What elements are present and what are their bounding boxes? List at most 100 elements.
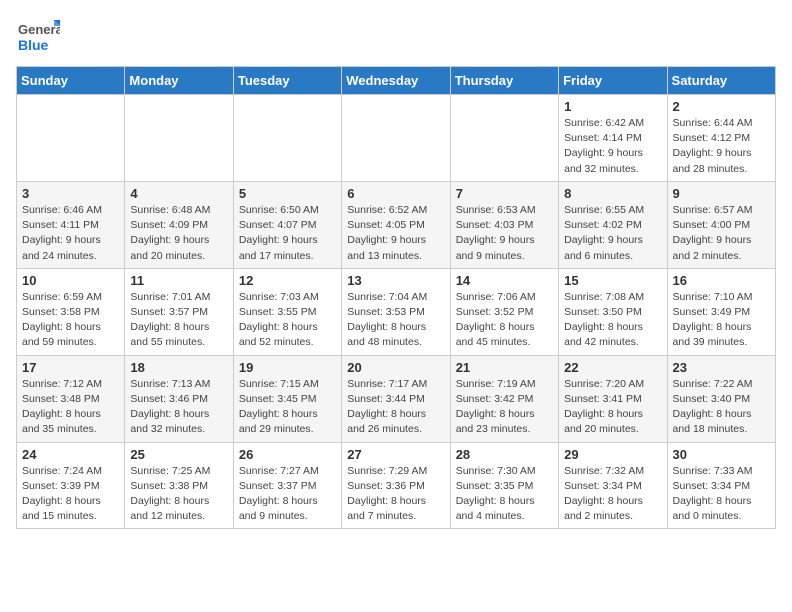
- day-info: Sunrise: 6:53 AM Sunset: 4:03 PM Dayligh…: [456, 203, 553, 264]
- logo-icon: General Blue: [16, 16, 60, 60]
- day-number: 2: [673, 99, 770, 114]
- weekday-header-sunday: Sunday: [17, 67, 125, 95]
- day-number: 12: [239, 273, 336, 288]
- day-number: 18: [130, 360, 227, 375]
- day-cell: 12 Sunrise: 7:03 AM Sunset: 3:55 PM Dayli…: [233, 268, 341, 355]
- day-number: 20: [347, 360, 444, 375]
- day-number: 28: [456, 447, 553, 462]
- day-info: Sunrise: 7:24 AM Sunset: 3:39 PM Dayligh…: [22, 464, 119, 525]
- weekday-header-saturday: Saturday: [667, 67, 775, 95]
- day-info: Sunrise: 7:13 AM Sunset: 3:46 PM Dayligh…: [130, 377, 227, 438]
- day-info: Sunrise: 6:42 AM Sunset: 4:14 PM Dayligh…: [564, 116, 661, 177]
- day-cell: 2 Sunrise: 6:44 AM Sunset: 4:12 PM Daylig…: [667, 95, 775, 182]
- day-info: Sunrise: 7:25 AM Sunset: 3:38 PM Dayligh…: [130, 464, 227, 525]
- day-number: 3: [22, 186, 119, 201]
- day-info: Sunrise: 7:27 AM Sunset: 3:37 PM Dayligh…: [239, 464, 336, 525]
- weekday-header-row: SundayMondayTuesdayWednesdayThursdayFrid…: [17, 67, 776, 95]
- day-number: 10: [22, 273, 119, 288]
- day-info: Sunrise: 7:29 AM Sunset: 3:36 PM Dayligh…: [347, 464, 444, 525]
- day-info: Sunrise: 7:03 AM Sunset: 3:55 PM Dayligh…: [239, 290, 336, 351]
- day-info: Sunrise: 6:57 AM Sunset: 4:00 PM Dayligh…: [673, 203, 770, 264]
- day-number: 14: [456, 273, 553, 288]
- day-cell: 29Sunrise: 7:32 AM Sunset: 3:34 PM Dayli…: [559, 442, 667, 529]
- day-cell: 24 Sunrise: 7:24 AM Sunset: 3:39 PM Dayli…: [17, 442, 125, 529]
- day-info: Sunrise: 7:33 AM Sunset: 3:34 PM Dayligh…: [673, 464, 770, 525]
- day-cell: [450, 95, 558, 182]
- day-cell: 19Sunrise: 7:15 AM Sunset: 3:45 PM Dayli…: [233, 355, 341, 442]
- day-info: Sunrise: 7:17 AM Sunset: 3:44 PM Dayligh…: [347, 377, 444, 438]
- day-cell: 11 Sunrise: 7:01 AM Sunset: 3:57 PM Dayli…: [125, 268, 233, 355]
- day-cell: [125, 95, 233, 182]
- calendar-table: SundayMondayTuesdayWednesdayThursdayFrid…: [16, 66, 776, 529]
- day-cell: 10 Sunrise: 6:59 AM Sunset: 3:58 PM Dayli…: [17, 268, 125, 355]
- day-cell: 20 Sunrise: 7:17 AM Sunset: 3:44 PM Dayli…: [342, 355, 450, 442]
- weekday-header-friday: Friday: [559, 67, 667, 95]
- day-info: Sunrise: 6:48 AM Sunset: 4:09 PM Dayligh…: [130, 203, 227, 264]
- day-number: 25: [130, 447, 227, 462]
- day-info: Sunrise: 7:08 AM Sunset: 3:50 PM Dayligh…: [564, 290, 661, 351]
- day-cell: 1 Sunrise: 6:42 AM Sunset: 4:14 PM Daylig…: [559, 95, 667, 182]
- day-info: Sunrise: 7:20 AM Sunset: 3:41 PM Dayligh…: [564, 377, 661, 438]
- day-info: Sunrise: 7:10 AM Sunset: 3:49 PM Dayligh…: [673, 290, 770, 351]
- day-info: Sunrise: 6:50 AM Sunset: 4:07 PM Dayligh…: [239, 203, 336, 264]
- day-number: 13: [347, 273, 444, 288]
- day-info: Sunrise: 6:55 AM Sunset: 4:02 PM Dayligh…: [564, 203, 661, 264]
- day-info: Sunrise: 6:46 AM Sunset: 4:11 PM Dayligh…: [22, 203, 119, 264]
- day-number: 23: [673, 360, 770, 375]
- day-info: Sunrise: 6:44 AM Sunset: 4:12 PM Dayligh…: [673, 116, 770, 177]
- day-info: Sunrise: 7:01 AM Sunset: 3:57 PM Dayligh…: [130, 290, 227, 351]
- day-info: Sunrise: 7:04 AM Sunset: 3:53 PM Dayligh…: [347, 290, 444, 351]
- day-cell: 28 Sunrise: 7:30 AM Sunset: 3:35 PM Dayli…: [450, 442, 558, 529]
- day-info: Sunrise: 7:06 AM Sunset: 3:52 PM Dayligh…: [456, 290, 553, 351]
- day-info: Sunrise: 7:30 AM Sunset: 3:35 PM Dayligh…: [456, 464, 553, 525]
- day-cell: 22Sunrise: 7:20 AM Sunset: 3:41 PM Dayli…: [559, 355, 667, 442]
- day-number: 15: [564, 273, 661, 288]
- day-number: 1: [564, 99, 661, 114]
- svg-text:General: General: [18, 22, 60, 37]
- day-cell: 15 Sunrise: 7:08 AM Sunset: 3:50 PM Dayli…: [559, 268, 667, 355]
- day-info: Sunrise: 7:19 AM Sunset: 3:42 PM Dayligh…: [456, 377, 553, 438]
- weekday-header-wednesday: Wednesday: [342, 67, 450, 95]
- day-cell: 3 Sunrise: 6:46 AM Sunset: 4:11 PM Daylig…: [17, 181, 125, 268]
- day-number: 16: [673, 273, 770, 288]
- day-number: 27: [347, 447, 444, 462]
- weekday-header-monday: Monday: [125, 67, 233, 95]
- day-number: 24: [22, 447, 119, 462]
- svg-text:Blue: Blue: [18, 37, 49, 53]
- day-info: Sunrise: 7:12 AM Sunset: 3:48 PM Dayligh…: [22, 377, 119, 438]
- day-cell: 26 Sunrise: 7:27 AM Sunset: 3:37 PM Dayli…: [233, 442, 341, 529]
- day-info: Sunrise: 6:59 AM Sunset: 3:58 PM Dayligh…: [22, 290, 119, 351]
- day-cell: 13 Sunrise: 7:04 AM Sunset: 3:53 PM Dayli…: [342, 268, 450, 355]
- day-number: 21: [456, 360, 553, 375]
- day-number: 30: [673, 447, 770, 462]
- day-number: 4: [130, 186, 227, 201]
- day-number: 11: [130, 273, 227, 288]
- day-cell: [233, 95, 341, 182]
- day-number: 6: [347, 186, 444, 201]
- week-row-4: 24 Sunrise: 7:24 AM Sunset: 3:39 PM Dayli…: [17, 442, 776, 529]
- day-cell: [17, 95, 125, 182]
- day-cell: 6Sunrise: 6:52 AM Sunset: 4:05 PM Daylig…: [342, 181, 450, 268]
- weekday-header-thursday: Thursday: [450, 67, 558, 95]
- day-number: 9: [673, 186, 770, 201]
- day-number: 17: [22, 360, 119, 375]
- day-number: 7: [456, 186, 553, 201]
- day-cell: 25 Sunrise: 7:25 AM Sunset: 3:38 PM Dayli…: [125, 442, 233, 529]
- day-number: 8: [564, 186, 661, 201]
- day-cell: 14 Sunrise: 7:06 AM Sunset: 3:52 PM Dayli…: [450, 268, 558, 355]
- day-info: Sunrise: 7:22 AM Sunset: 3:40 PM Dayligh…: [673, 377, 770, 438]
- day-cell: [342, 95, 450, 182]
- week-row-1: 3 Sunrise: 6:46 AM Sunset: 4:11 PM Daylig…: [17, 181, 776, 268]
- day-cell: 8 Sunrise: 6:55 AM Sunset: 4:02 PM Daylig…: [559, 181, 667, 268]
- day-number: 26: [239, 447, 336, 462]
- weekday-header-tuesday: Tuesday: [233, 67, 341, 95]
- day-cell: 30 Sunrise: 7:33 AM Sunset: 3:34 PM Dayli…: [667, 442, 775, 529]
- page-header: General Blue: [16, 16, 776, 60]
- day-cell: 7 Sunrise: 6:53 AM Sunset: 4:03 PM Daylig…: [450, 181, 558, 268]
- day-cell: 17 Sunrise: 7:12 AM Sunset: 3:48 PM Dayli…: [17, 355, 125, 442]
- week-row-0: 1 Sunrise: 6:42 AM Sunset: 4:14 PM Daylig…: [17, 95, 776, 182]
- day-cell: 9 Sunrise: 6:57 AM Sunset: 4:00 PM Daylig…: [667, 181, 775, 268]
- logo: General Blue: [16, 16, 60, 60]
- day-cell: 16 Sunrise: 7:10 AM Sunset: 3:49 PM Dayli…: [667, 268, 775, 355]
- day-cell: 18 Sunrise: 7:13 AM Sunset: 3:46 PM Dayli…: [125, 355, 233, 442]
